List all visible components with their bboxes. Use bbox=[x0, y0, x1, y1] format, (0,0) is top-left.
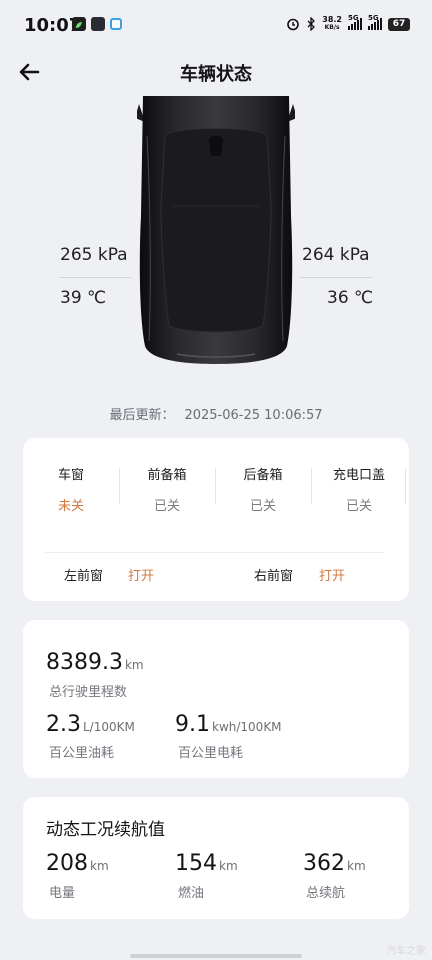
vehicle-status-card: 车窗 未关 前备箱 已关 后备箱 已关 充电口盖 已关 左前窗 打开 右前窗 打… bbox=[23, 438, 409, 601]
front-right-tire-pressure: 264 kPa bbox=[302, 245, 370, 265]
tire-divider bbox=[300, 277, 372, 278]
status-item-frunk[interactable]: 前备箱 已关 bbox=[119, 464, 215, 514]
page-title: 车辆状态 bbox=[180, 64, 252, 85]
status-item-trunk[interactable]: 后备箱 已关 bbox=[215, 464, 311, 514]
front-left-tire-temperature: 39 ℃ bbox=[60, 288, 107, 308]
column-divider bbox=[405, 468, 406, 504]
odometer-value: 8389.3 km bbox=[46, 650, 144, 675]
status-indicators: 38.2 KB/s 5G 5G 67 bbox=[286, 14, 410, 32]
range-electric-label: 电量 bbox=[49, 886, 76, 901]
window-front-left-state: 打开 bbox=[128, 569, 155, 584]
front-right-tire-temperature: 36 ℃ bbox=[327, 288, 374, 308]
range-total-value: 362 km bbox=[303, 851, 366, 876]
home-indicator[interactable] bbox=[130, 954, 302, 958]
range-electric-value: 208 km bbox=[46, 851, 109, 876]
battery-icon: 67 bbox=[388, 17, 410, 31]
window-front-right-label: 右前窗 bbox=[254, 569, 294, 584]
app-header: 车辆状态 bbox=[0, 52, 432, 92]
last-update-label: 最后更新： bbox=[109, 408, 175, 423]
range-card: 动态工况续航值 208 km 电量 154 km 燃油 362 km 总续航 bbox=[23, 797, 409, 919]
odometer-label: 总行驶里程数 bbox=[49, 685, 128, 700]
front-left-tire-pressure: 265 kPa bbox=[60, 245, 128, 265]
range-fuel-value: 154 km bbox=[175, 851, 238, 876]
electric-consumption-label: 百公里电耗 bbox=[178, 746, 244, 761]
window-front-left-label: 左前窗 bbox=[64, 569, 104, 584]
alarm-icon bbox=[287, 18, 300, 31]
range-total-label: 总续航 bbox=[306, 886, 346, 901]
bluetooth-icon bbox=[307, 17, 316, 31]
status-item-charge-port[interactable]: 充电口盖 已关 bbox=[311, 464, 407, 514]
fuel-consumption-value: 2.3 L/100KM bbox=[46, 712, 135, 737]
window-front-right-state: 打开 bbox=[319, 569, 346, 584]
status-bar: 10:07 38.2 KB/s 5G 5G 67 bbox=[0, 0, 432, 52]
app-notification-icon bbox=[110, 18, 122, 30]
status-item-windows[interactable]: 车窗 未关 bbox=[23, 464, 119, 514]
watermark: 汽车之家 bbox=[386, 946, 426, 957]
range-fuel-label: 燃油 bbox=[178, 886, 205, 901]
car-top-view-image bbox=[137, 96, 295, 364]
row-divider bbox=[45, 552, 385, 553]
mileage-card: 8389.3 km 总行驶里程数 2.3 L/100KM 百公里油耗 9.1 kwh/… bbox=[23, 620, 409, 778]
last-update: 最后更新： 2025-06-25 10:06:57 bbox=[0, 404, 432, 423]
last-update-time: 2025-06-25 10:06:57 bbox=[184, 408, 323, 423]
network-speed: 38.2 KB/s bbox=[322, 15, 342, 32]
tire-divider bbox=[59, 277, 131, 278]
electric-consumption-value: 9.1 kwh/100KM bbox=[175, 712, 282, 737]
app-notification-icon bbox=[91, 17, 105, 31]
range-card-title: 动态工况续航值 bbox=[46, 820, 165, 840]
fuel-consumption-label: 百公里油耗 bbox=[49, 746, 115, 761]
app-notification-icon bbox=[72, 17, 86, 31]
signal-strength-icon: 5G bbox=[368, 14, 382, 30]
signal-strength-icon: 5G bbox=[348, 14, 362, 30]
